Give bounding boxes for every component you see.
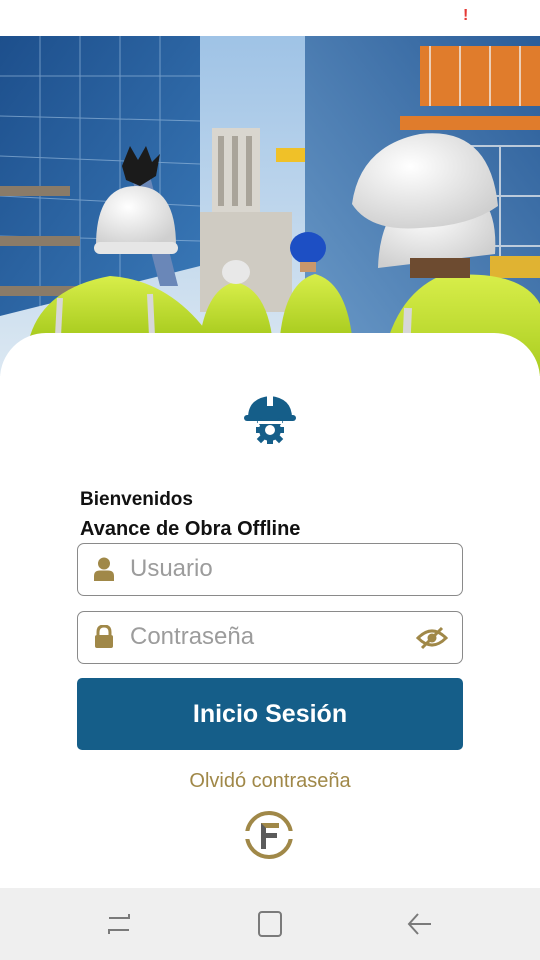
app-subtitle: Avance de Obra Offline	[80, 518, 301, 540]
back-icon[interactable]	[401, 908, 441, 940]
user-icon	[94, 557, 114, 581]
password-field[interactable]	[77, 611, 463, 664]
system-nav-bar	[0, 888, 540, 960]
status-bar: !	[0, 0, 540, 36]
home-icon[interactable]	[250, 908, 290, 940]
eye-slash-icon[interactable]	[416, 626, 448, 650]
welcome-title: Bienvenidos	[80, 489, 193, 510]
username-field[interactable]	[77, 543, 463, 596]
username-input[interactable]	[130, 552, 400, 586]
helmet-gear-icon	[244, 394, 296, 444]
login-screen: ! Bienvenidos Avance de Obra Offline Usu…	[0, 0, 540, 960]
company-logo-icon	[243, 811, 295, 859]
login-button[interactable]: Inicio Sesión	[77, 678, 463, 750]
password-input[interactable]	[130, 620, 400, 654]
login-card: Bienvenidos Avance de Obra Offline Inici	[0, 333, 540, 893]
hero-image	[0, 36, 540, 376]
forgot-password-link[interactable]: Olvidó contraseña	[0, 770, 540, 793]
lock-icon	[95, 625, 113, 648]
recent-apps-icon[interactable]	[99, 908, 139, 940]
notification-alert-icon: !	[463, 7, 469, 24]
